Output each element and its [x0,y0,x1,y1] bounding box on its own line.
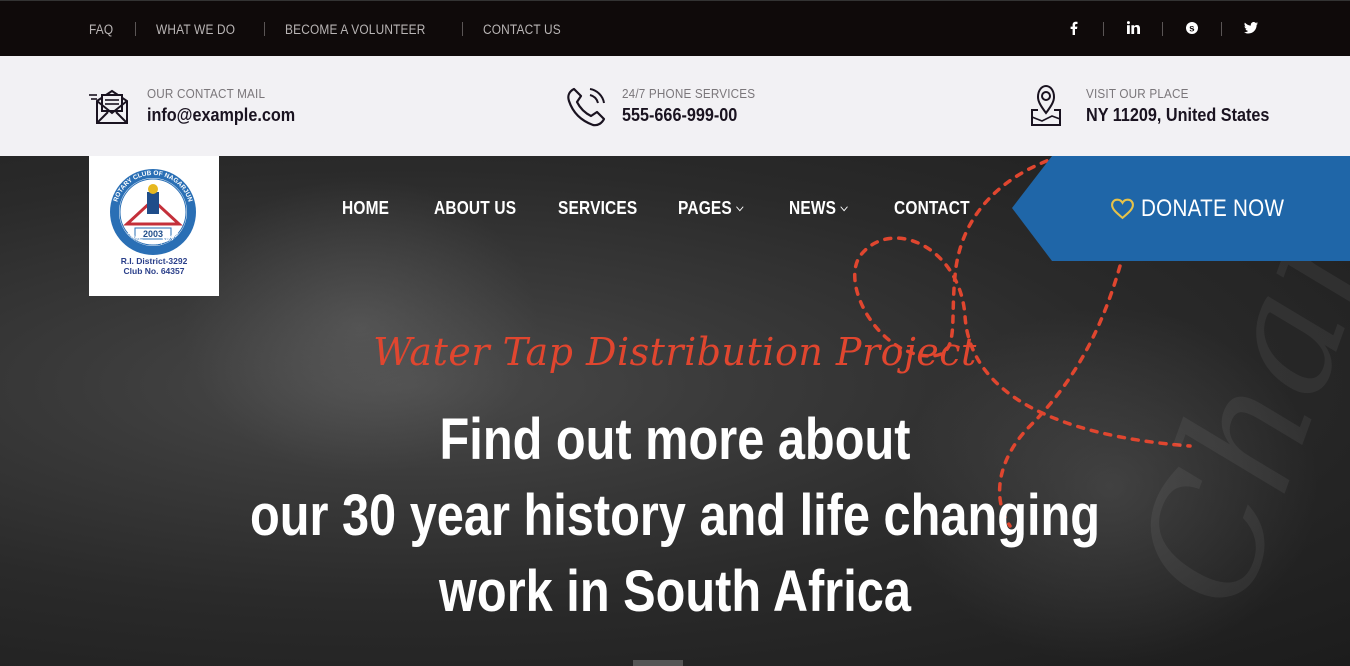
nav-home[interactable]: HOME [342,198,421,219]
divider [263,22,265,36]
slider-indicator[interactable] [633,660,683,666]
place-label: VISIT OUR PLACE [1086,86,1189,101]
mail-label: OUR CONTACT MAIL [147,86,266,101]
phone-icon [567,87,606,127]
nav-about-us[interactable]: ABOUT US [434,198,541,219]
heart-icon [1111,198,1134,220]
linkedin-icon[interactable] [1126,21,1140,37]
headline-line: Find out more about [439,407,911,472]
phone-label: 24/7 PHONE SERVICES [622,86,756,101]
nav-services-label: SERVICES [558,198,638,218]
logo-club-no: Club No. 64357 [124,266,185,276]
hero-headline: Find out more about our 30 year history … [0,402,1350,630]
nav-home-label: HOME [342,198,390,218]
top-link-contact-us[interactable]: CONTACT US [483,22,561,37]
contact-mail: OUR CONTACT MAIL info@example.com [89,56,312,156]
logo-year: 2003 [143,229,163,239]
mail-value[interactable]: info@example.com [147,105,295,126]
facebook-icon[interactable] [1067,21,1081,38]
contact-phone: 24/7 PHONE SERVICES 555-666-999-00 [564,56,770,156]
hero-script-title: Water Tap Distribution Project [373,330,977,374]
skype-icon[interactable] [1185,21,1199,38]
contact-info-bar: OUR CONTACT MAIL info@example.com 24/7 P… [0,56,1350,156]
divider [1221,22,1222,36]
nav-pages-label: PAGES [678,198,732,218]
top-link-become-volunteer[interactable]: BECOME A VOLUNTEER [285,22,425,37]
nav-contact-label: CONTACT [894,198,970,218]
nav-services[interactable]: SERVICES [558,198,661,219]
contact-place: VISIT OUR PLACE NY 11209, United States [1028,56,1290,156]
nav-about-label: ABOUT US [434,198,517,218]
main-nav: HOME ABOUT US SERVICES PAGES ⌵ NEWS ⌵ CONT… [342,156,974,261]
top-links: FAQ WHAT WE DO BECOME A VOLUNTEER CONTAC… [89,1,572,57]
logo-district: R.I. District-3292 [121,256,188,266]
nav-news-label: NEWS [789,198,837,218]
nav-news[interactable]: NEWS ⌵ [789,198,879,219]
chevron-down-icon: ⌵ [840,202,848,214]
site-logo[interactable]: 2003 ROTARY CLUB OF NAGARJUN Kathmandu, … [89,156,219,296]
divider [1162,22,1163,36]
headline-line: work in South Africa [439,559,911,624]
twitter-icon[interactable] [1244,21,1258,37]
chevron-down-icon: ⌵ [736,202,744,214]
top-link-faq[interactable]: FAQ [89,22,113,37]
mail-icon [89,89,128,124]
top-bar: FAQ WHAT WE DO BECOME A VOLUNTEER CONTAC… [0,0,1350,56]
divider [134,22,136,36]
phone-value[interactable]: 555-666-999-00 [622,105,755,126]
donate-label: DONATE NOW [1141,194,1285,222]
divider [1103,22,1104,36]
headline-line: our 30 year history and life changing [249,483,1101,548]
donate-label-wrap[interactable]: DONATE NOW [1110,156,1308,261]
nav-pages[interactable]: PAGES ⌵ [678,198,773,219]
divider [462,22,464,36]
place-value: NY 11209, United States [1086,105,1270,125]
map-pin-icon [1031,84,1061,126]
top-link-what-we-do[interactable]: WHAT WE DO [156,22,235,37]
nav-contact[interactable]: CONTACT [894,198,970,219]
social-links [1067,1,1258,57]
